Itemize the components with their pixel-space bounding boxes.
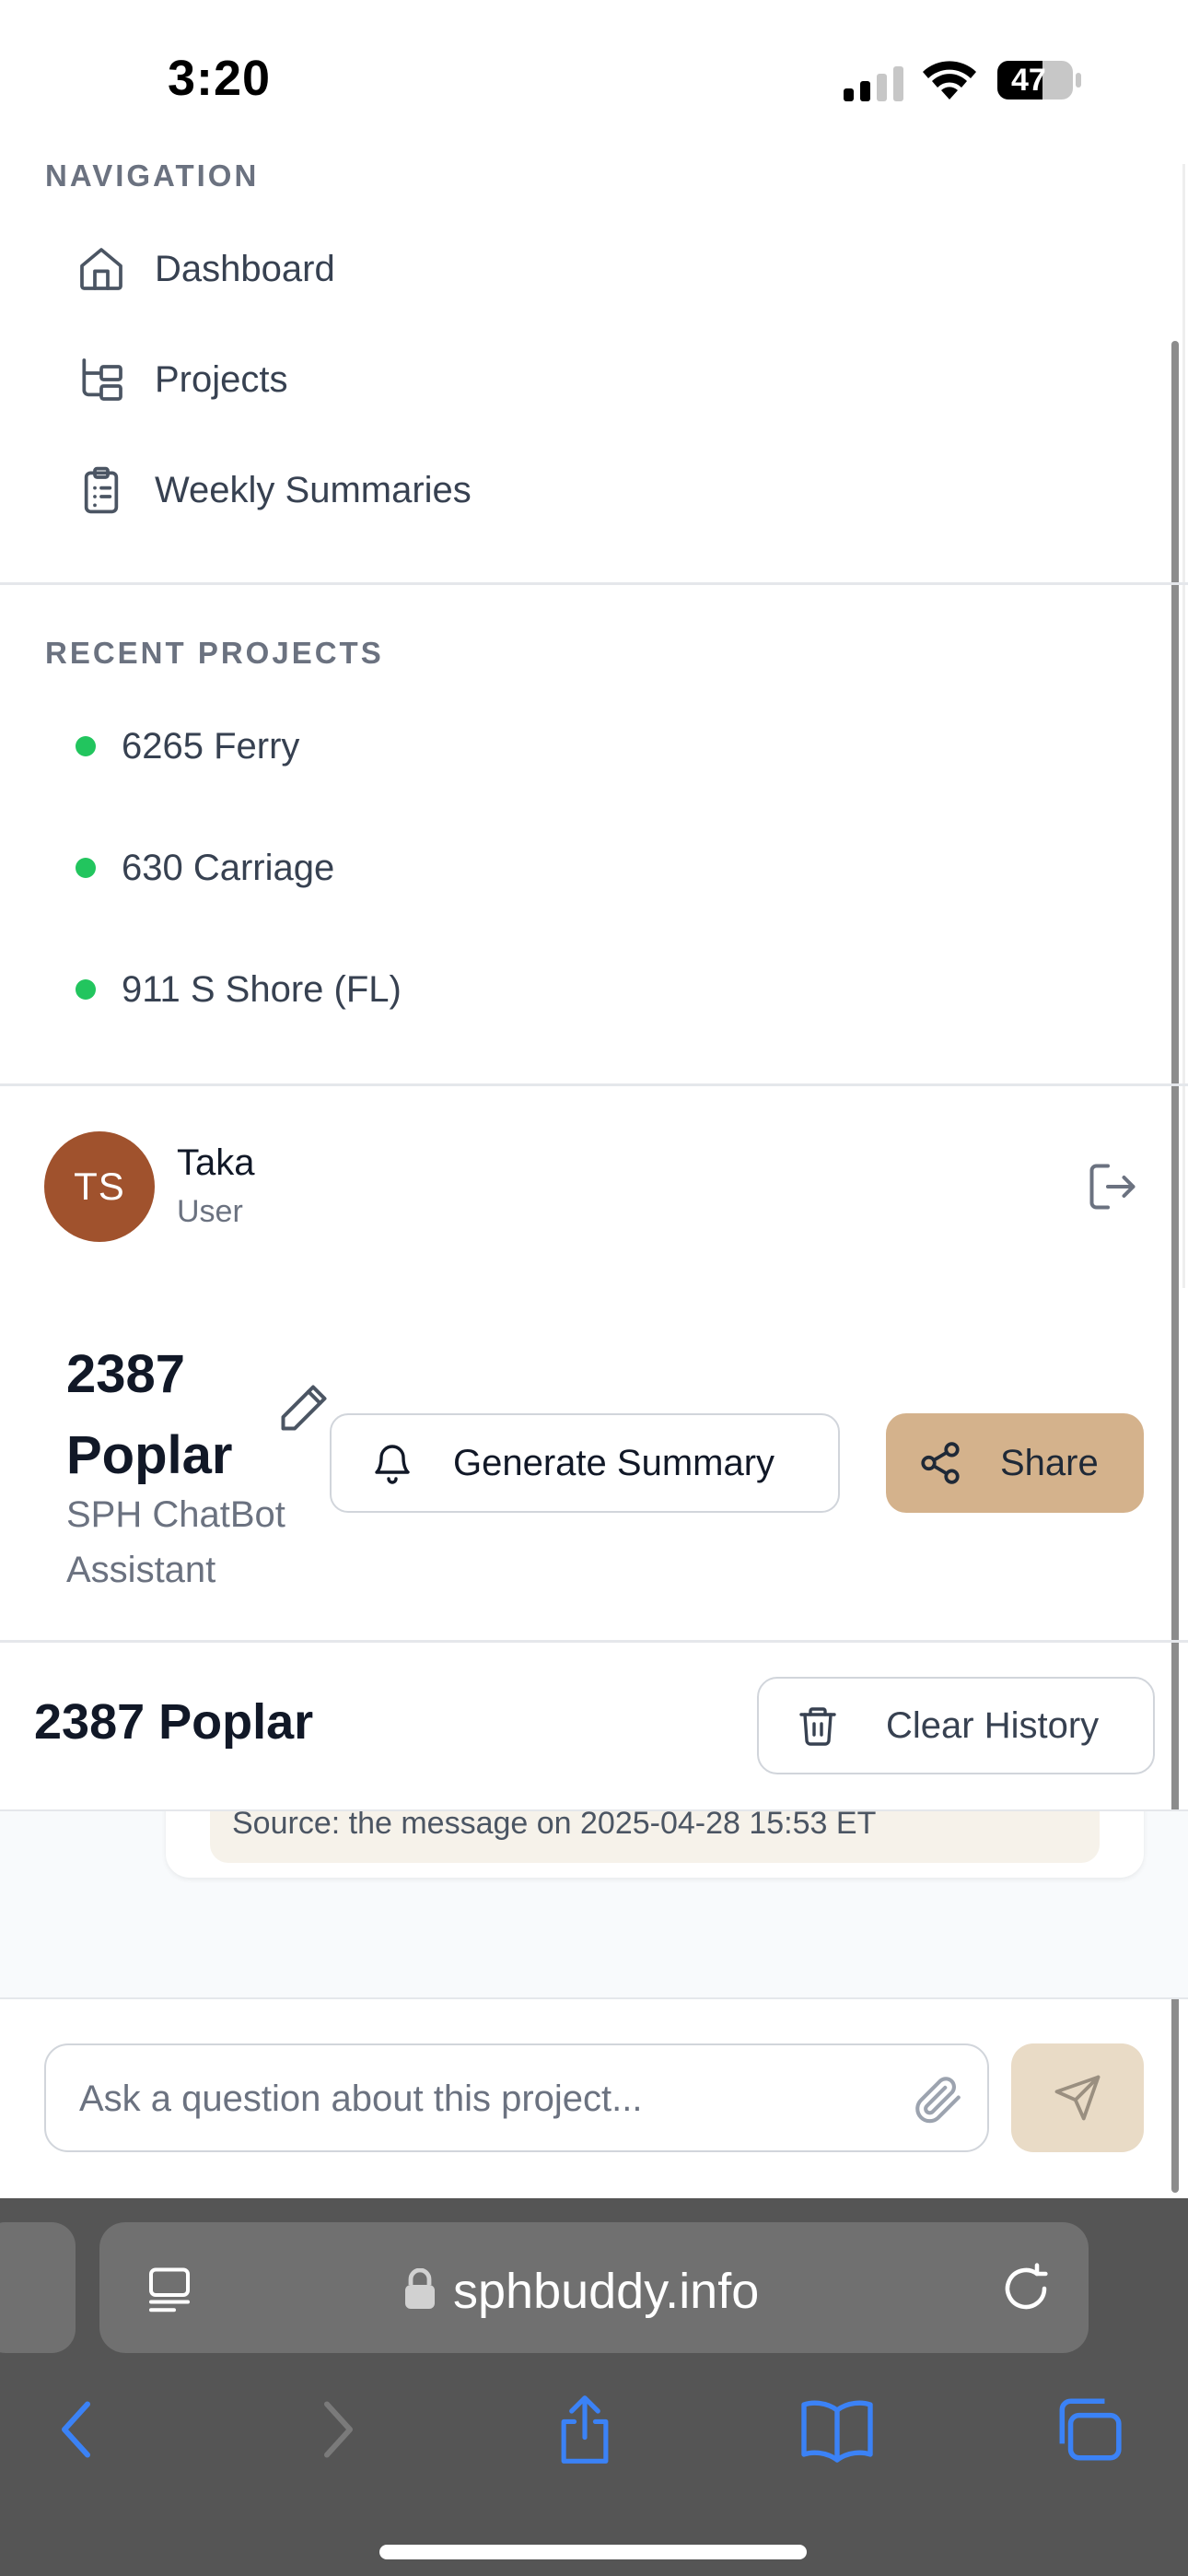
recent-project-label: 911 S Shore (FL)	[122, 968, 402, 1010]
book-icon	[801, 2400, 873, 2463]
chevron-right-icon	[324, 2401, 353, 2458]
tabs-button[interactable]	[1046, 2388, 1129, 2471]
chevron-left-icon	[62, 2401, 90, 2458]
wifi-icon	[923, 61, 976, 100]
url-text: sphbuddy.info	[453, 2264, 760, 2319]
share-label: Share	[1000, 1442, 1099, 1483]
chat-input[interactable]	[79, 2067, 908, 2130]
sidebar-item-weekly-summaries[interactable]: Weekly Summaries	[76, 453, 472, 527]
user-role: User	[177, 1194, 243, 1229]
home-icon	[76, 243, 127, 295]
avatar: TS	[44, 1131, 155, 1242]
section-divider	[0, 1083, 1188, 1086]
lock-icon	[405, 2268, 435, 2309]
status-dot	[76, 858, 96, 878]
generate-summary-label: Generate Summary	[453, 1442, 775, 1483]
section-divider	[0, 1640, 1188, 1643]
paperclip-icon[interactable]	[912, 2073, 965, 2126]
chat-messages[interactable]: Source: the message on 2025-04-28 15:53 …	[0, 1811, 1188, 1999]
recent-project-label: 630 Carriage	[122, 847, 335, 888]
recent-project-item[interactable]: 630 Carriage	[76, 836, 334, 900]
chat-input-container	[44, 2043, 989, 2152]
section-divider	[0, 582, 1188, 585]
previous-tab[interactable]	[0, 2222, 76, 2353]
user-name: Taka	[177, 1142, 255, 1183]
status-bar: 3:20 47	[0, 0, 1188, 157]
trash-icon	[799, 1707, 836, 1746]
recent-project-label: 6265 Ferry	[122, 725, 300, 767]
scroll-track	[1182, 164, 1185, 1288]
reload-icon[interactable]	[996, 2259, 1055, 2318]
battery-icon: 47	[996, 59, 1083, 101]
folder-tree-icon	[76, 354, 127, 405]
page-subtitle: SPH ChatBot Assistant	[66, 1494, 285, 1590]
sidebar-item-label: Dashboard	[155, 248, 335, 289]
recent-project-item[interactable]: 6265 Ferry	[76, 714, 299, 779]
reader-mode-icon[interactable]	[142, 2263, 197, 2318]
navigation-heading: NAVIGATION	[45, 158, 260, 193]
share-icon	[921, 1442, 960, 1484]
bookmarks-button[interactable]	[796, 2388, 879, 2471]
bell-icon	[375, 1445, 410, 1484]
generate-summary-button[interactable]: Generate Summary	[330, 1413, 840, 1513]
clear-history-label: Clear History	[886, 1704, 1100, 1746]
chat-title: 2387 Poplar	[34, 1694, 314, 1750]
sidebar-item-dashboard[interactable]: Dashboard	[76, 232, 335, 306]
forward-button[interactable]	[295, 2388, 378, 2471]
logout-icon[interactable]	[1085, 1159, 1140, 1214]
cellular-signal-icon	[844, 66, 903, 101]
recent-project-item[interactable]: 911 S Shore (FL)	[76, 957, 402, 1022]
battery-level: 47	[1011, 63, 1046, 98]
tabs-icon	[1059, 2398, 1122, 2461]
home-indicator	[379, 2545, 807, 2559]
sidebar-item-projects[interactable]: Projects	[76, 343, 288, 416]
page-title: 2387 Poplar	[66, 1344, 233, 1485]
clipboard-list-icon	[76, 464, 127, 516]
share-sheet-button[interactable]	[543, 2388, 626, 2471]
share-button[interactable]: Share	[886, 1413, 1144, 1513]
sidebar-item-label: Weekly Summaries	[155, 469, 472, 510]
status-dot	[76, 736, 96, 756]
back-button[interactable]	[37, 2388, 120, 2471]
address-bar[interactable]: sphbuddy.info	[99, 2222, 1089, 2353]
send-button[interactable]	[1011, 2043, 1144, 2152]
sidebar-item-label: Projects	[155, 358, 288, 400]
status-dot	[76, 979, 96, 1000]
send-icon	[1054, 2075, 1101, 2121]
input-divider	[0, 1997, 1188, 1999]
source-text: Source: the message on 2025-04-28 15:53 …	[232, 1811, 877, 1841]
recent-projects-heading: RECENT PROJECTS	[45, 636, 384, 670]
status-time: 3:20	[168, 51, 272, 106]
pencil-icon[interactable]	[276, 1380, 332, 1435]
clear-history-button[interactable]: Clear History	[757, 1677, 1155, 1774]
share-sheet-icon	[561, 2395, 609, 2464]
browser-toolbar: sphbuddy.info	[0, 2198, 1188, 2576]
